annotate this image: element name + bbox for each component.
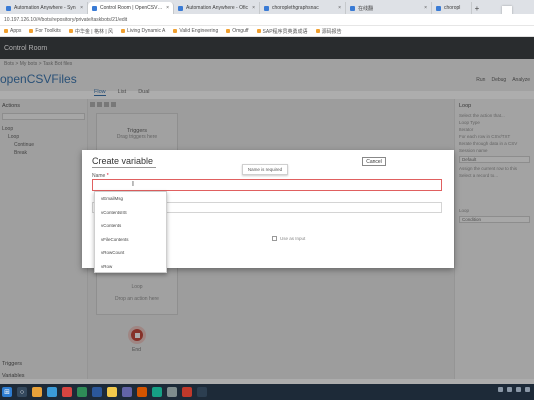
close-icon[interactable]: × (338, 5, 341, 11)
system-tray (498, 387, 530, 392)
bookmark-icon (29, 29, 34, 33)
dropdown-option[interactable]: vRowCount (95, 246, 166, 260)
tab-favicon-icon (350, 5, 355, 11)
bookmark-icon (173, 29, 178, 33)
variable-suggestions-dropdown: vEmailMsg vContentsIIS vContents vFileCo… (94, 191, 167, 273)
address-url[interactable]: 10.197.126.10/#/bots/repository/private/… (4, 17, 127, 23)
tray-icon[interactable] (507, 387, 512, 392)
browser-tab-3[interactable]: Automation Anywhere - Ofic × (174, 2, 260, 14)
close-icon[interactable]: × (80, 5, 83, 11)
bookmark-icon (256, 29, 261, 33)
dropdown-option[interactable]: vFileContents (95, 233, 166, 247)
dropdown-option[interactable]: vRow (95, 260, 166, 274)
tray-icon[interactable] (498, 387, 503, 392)
player-icon[interactable] (167, 387, 177, 397)
explorer-icon[interactable] (32, 387, 42, 397)
teams-icon[interactable] (122, 387, 132, 397)
os-taskbar: ⊞ ○ (0, 384, 534, 400)
dropdown-option[interactable]: vEmailMsg (95, 192, 166, 206)
close-icon[interactable]: × (424, 5, 427, 11)
title-underline (92, 167, 156, 168)
use-as-input-label: Use as Input (280, 236, 306, 241)
java-icon[interactable] (137, 387, 147, 397)
bookmark-icon (68, 29, 73, 33)
tab-favicon-icon (6, 5, 11, 11)
text-cursor: I (132, 181, 134, 188)
dropdown-option[interactable]: vContents (95, 219, 166, 233)
browser-tab-bar: Automation Anywhere - Syn × Control Room … (0, 0, 534, 14)
record-icon[interactable] (182, 387, 192, 397)
excel-icon[interactable] (77, 387, 87, 397)
browser-tab-1[interactable]: Automation Anywhere - Syn × (2, 2, 88, 14)
close-icon[interactable]: × (252, 5, 255, 11)
new-tab-button[interactable]: + (472, 2, 482, 14)
bookmark-item[interactable]: 中华金 | 格林 | 风 (68, 28, 113, 35)
bookmark-item[interactable]: Living Dynamic A (121, 28, 165, 34)
bookmarks-bar: Apps For Toolkits 中华金 | 格林 | 风 Living Dy… (0, 26, 534, 37)
bookmark-item[interactable]: Valid Engineering (173, 28, 218, 34)
terminal-icon[interactable] (197, 387, 207, 397)
address-bar[interactable]: 10.197.126.10/#/bots/repository/private/… (0, 14, 534, 26)
tray-icon[interactable] (516, 387, 521, 392)
browser-tab-6[interactable]: choropl (432, 2, 472, 14)
browser-tab-4[interactable]: choroplethgraphsnac × (260, 2, 346, 14)
bookmark-icon (4, 29, 8, 33)
bookmark-icon (226, 29, 231, 33)
bookmark-item[interactable]: Apps (4, 28, 21, 34)
dropdown-option[interactable]: vContentsIIS (95, 206, 166, 220)
tab-favicon-icon (436, 5, 441, 11)
close-icon[interactable]: × (166, 5, 169, 11)
required-tooltip: Name is required (242, 164, 288, 175)
cancel-button[interactable]: Cancel (362, 157, 386, 166)
tab-favicon-icon (264, 5, 269, 11)
use-as-input-option[interactable]: Use as Input (272, 236, 305, 241)
bookmark-icon (121, 29, 126, 33)
dialog-title: Create variable (92, 156, 154, 166)
variable-name-input[interactable] (92, 179, 442, 191)
ie-icon[interactable] (47, 387, 57, 397)
bookmark-item[interactable]: SAP程序员英勇成语 (256, 28, 308, 35)
folder-icon[interactable] (107, 387, 117, 397)
chrome-icon[interactable] (62, 387, 72, 397)
search-icon[interactable]: ○ (17, 387, 27, 397)
use-as-input-checkbox[interactable] (272, 236, 277, 241)
bookmark-item[interactable]: Omguff (226, 28, 249, 34)
tab-favicon-icon (92, 5, 97, 11)
app-icon[interactable] (152, 387, 162, 397)
browser-tab-2[interactable]: Control Room | OpenCSVFile × (88, 2, 174, 14)
word-icon[interactable] (92, 387, 102, 397)
browser-tab-5[interactable]: 在线翻 × (346, 2, 432, 14)
bookmark-icon (315, 29, 320, 33)
windows-icon[interactable]: ⊞ (2, 387, 12, 397)
bookmark-item[interactable]: 源码报告 (315, 28, 342, 35)
tab-favicon-icon (178, 5, 183, 11)
tray-icon[interactable] (525, 387, 530, 392)
bookmark-item[interactable]: For Toolkits (29, 28, 61, 34)
